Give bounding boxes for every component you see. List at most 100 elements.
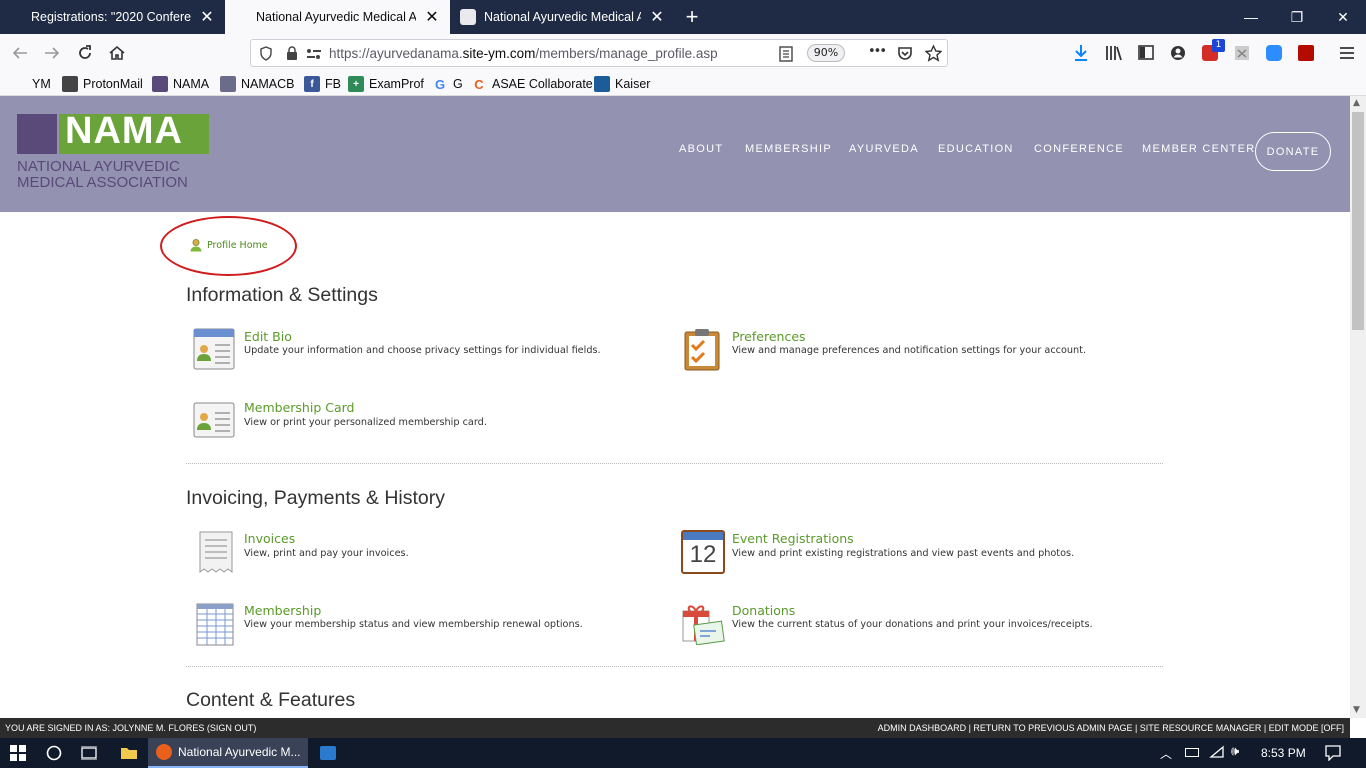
tab-close-icon[interactable]: ✕ xyxy=(424,7,440,27)
url-text[interactable]: https://ayurvedanama.site-ym.com/members… xyxy=(329,46,718,61)
bookmark-fb[interactable]: f FB xyxy=(304,76,341,92)
taskbar-outlook-app[interactable] xyxy=(312,738,344,768)
hamburger-menu-icon[interactable] xyxy=(1339,46,1355,60)
home-button[interactable] xyxy=(103,39,131,67)
close-window-button[interactable]: ✕ xyxy=(1320,0,1366,34)
file-explorer-button[interactable] xyxy=(112,738,146,768)
signed-in-text[interactable]: YOU ARE SIGNED IN AS: JOLYNNE M. FLORES … xyxy=(5,723,256,733)
membership-card-link[interactable]: Membership Card xyxy=(244,400,354,415)
scrollbar-thumb[interactable] xyxy=(1352,112,1364,330)
clock-time[interactable]: 8:53 PM xyxy=(1261,746,1306,760)
menu-conference[interactable]: CONFERENCE xyxy=(1034,143,1124,155)
action-center-icon[interactable] xyxy=(1325,745,1341,761)
tab-nama-active[interactable]: National Ayurvedic Medical As ✕ xyxy=(225,0,450,34)
bookmark-label: NAMACB xyxy=(241,77,295,91)
gift-donation-icon[interactable] xyxy=(681,601,725,645)
url-prefix: https://ayurvedanama. xyxy=(329,46,463,61)
start-button[interactable] xyxy=(0,738,36,768)
bookmark-ym[interactable]: YM xyxy=(32,76,51,92)
bookmark-label: FB xyxy=(325,77,341,91)
edit-bio-icon[interactable] xyxy=(192,327,236,371)
facebook-icon: f xyxy=(304,76,320,92)
admin-links[interactable]: ADMIN DASHBOARD | RETURN TO PREVIOUS ADM… xyxy=(878,723,1344,733)
zoom-level-badge[interactable]: 90% xyxy=(807,44,845,62)
address-bar[interactable]: https://ayurvedanama.site-ym.com/members… xyxy=(250,39,948,67)
minimize-button[interactable]: — xyxy=(1228,0,1274,34)
section-divider xyxy=(186,463,1163,464)
menu-ayurveda[interactable]: AYURVEDA xyxy=(849,143,919,155)
forward-button[interactable] xyxy=(38,39,66,67)
bookmark-protonmail[interactable]: ProtonMail xyxy=(62,76,143,92)
bookmark-star-icon[interactable] xyxy=(925,45,942,62)
bookmark-namacb[interactable]: NAMACB xyxy=(220,76,294,92)
lock-icon[interactable] xyxy=(286,46,298,61)
pdf-extension-icon[interactable] xyxy=(1298,45,1314,61)
account-icon[interactable] xyxy=(1170,45,1186,61)
library-icon[interactable] xyxy=(1105,45,1123,61)
bookmark-nama[interactable]: NAMA xyxy=(152,76,209,92)
bookmark-label: NAMA xyxy=(173,77,210,91)
invoices-link[interactable]: Invoices xyxy=(244,531,295,546)
restore-button[interactable]: ❐ xyxy=(1274,0,1320,34)
wifi-icon[interactable] xyxy=(1209,745,1225,759)
lotus-leaf-logo-icon xyxy=(17,114,57,154)
edit-bio-link[interactable]: Edit Bio xyxy=(244,329,292,344)
bookmark-asae[interactable]: C ASAE Collaborate xyxy=(471,76,592,92)
profile-home-link[interactable]: Profile Home xyxy=(189,238,268,252)
preferences-link[interactable]: Preferences xyxy=(732,329,806,344)
edit-bio-desc: Update your information and choose priva… xyxy=(244,345,601,356)
reload-button[interactable] xyxy=(71,39,99,67)
menu-membership[interactable]: MEMBERSHIP xyxy=(745,143,832,155)
section-divider xyxy=(186,666,1163,667)
search-button[interactable] xyxy=(38,738,70,768)
membership-table-icon[interactable] xyxy=(194,602,238,646)
battery-icon[interactable] xyxy=(1185,748,1199,757)
menu-education[interactable]: EDUCATION xyxy=(938,143,1014,155)
task-view-icon xyxy=(81,746,97,760)
tab-close-icon[interactable]: ✕ xyxy=(199,7,215,27)
tab-registrations[interactable]: Registrations: "2020 Conference ✕ xyxy=(0,0,225,34)
membership-link[interactable]: Membership xyxy=(244,603,321,618)
task-view-button[interactable] xyxy=(72,738,106,768)
scroll-down-icon[interactable]: ▼ xyxy=(1353,705,1360,715)
membership-card-icon[interactable] xyxy=(192,398,236,442)
menu-about[interactable]: ABOUT xyxy=(679,143,723,155)
preferences-clipboard-icon[interactable] xyxy=(681,327,725,371)
sidebar-icon[interactable] xyxy=(1138,45,1154,60)
permissions-icon[interactable] xyxy=(306,47,322,61)
calendar-header xyxy=(683,532,723,540)
pocket-icon[interactable] xyxy=(897,46,913,61)
preferences-desc: View and manage preferences and notifica… xyxy=(732,345,1087,356)
tab-nama-2[interactable]: National Ayurvedic Medical As ✕ xyxy=(450,0,675,34)
folder-icon xyxy=(121,748,137,759)
invoice-receipt-icon[interactable] xyxy=(194,530,238,574)
taskbar-firefox-app[interactable]: National Ayurvedic M... xyxy=(148,738,308,768)
donations-link[interactable]: Donations xyxy=(732,603,795,618)
menu-member-center[interactable]: MEMBER CENTER xyxy=(1142,143,1255,155)
bookmark-label: Kaiser xyxy=(615,77,651,91)
reader-view-icon[interactable] xyxy=(779,46,793,62)
back-button[interactable] xyxy=(6,39,34,67)
bookmark-g[interactable]: GG xyxy=(432,76,463,92)
show-hidden-icons-icon[interactable]: ︿ xyxy=(1160,745,1172,762)
donate-button[interactable]: DONATE xyxy=(1255,132,1331,171)
scroll-up-icon[interactable]: ▲ xyxy=(1353,98,1360,108)
tab-close-icon[interactable]: ✕ xyxy=(649,7,665,27)
volume-icon[interactable]: 🕪 xyxy=(1231,744,1239,759)
examprof-icon: + xyxy=(348,76,364,92)
bookmark-kaiser[interactable]: Kaiser xyxy=(594,76,650,92)
calendar-icon[interactable]: 12 xyxy=(681,530,725,574)
browser-tab-strip: Registrations: "2020 Conference ✕ Nation… xyxy=(0,0,1366,34)
notification-badge: 1 xyxy=(1212,39,1225,52)
taskbar-app-title: National Ayurvedic M... xyxy=(178,745,301,759)
translate-extension-icon[interactable] xyxy=(1234,45,1250,61)
nama-logo[interactable]: NAMA NATIONAL AYURVEDIC MEDICAL ASSOCIAT… xyxy=(17,110,212,194)
event-registrations-desc: View and print existing registrations an… xyxy=(732,548,1075,559)
page-actions-icon[interactable]: ••• xyxy=(868,44,887,59)
zoom-meeting-icon[interactable] xyxy=(1266,45,1282,61)
downloads-icon[interactable] xyxy=(1073,44,1089,62)
bookmark-examprof[interactable]: + ExamProf xyxy=(348,76,424,92)
event-registrations-link[interactable]: Event Registrations xyxy=(732,531,854,546)
new-tab-button[interactable]: + xyxy=(678,0,706,34)
shield-icon[interactable] xyxy=(259,46,273,61)
